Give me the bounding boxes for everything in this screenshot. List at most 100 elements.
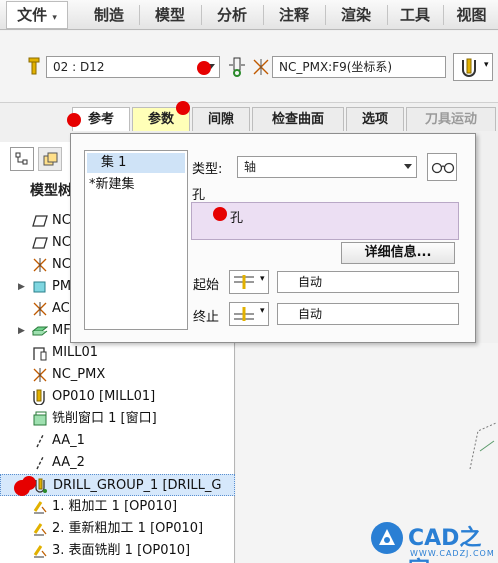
end-label: 终止 (193, 310, 220, 325)
hole-collector[interactable]: 孔 (191, 202, 459, 240)
model-edge-fragment (469, 422, 497, 470)
reference-panel: 集 1 *新建集 类型: 轴 孔 孔 详细信息... 起始 ▾ 自动 终止 ▾ … (70, 133, 476, 343)
preview-button[interactable] (427, 153, 457, 181)
part-icon (33, 281, 46, 293)
tree-item-label: NC (52, 213, 71, 228)
tree-item[interactable]: 铣削窗口 1 [窗口] (0, 408, 235, 430)
set-list[interactable]: 集 1 *新建集 (84, 150, 188, 330)
start-depth-type-button[interactable]: ▾ (229, 270, 269, 294)
chevron-down-icon (404, 164, 412, 169)
menu-view[interactable]: 视图 (445, 0, 498, 30)
set-item-selected[interactable]: 集 1 (87, 153, 185, 173)
annotation-marker (22, 476, 36, 490)
tree-item-label: NC (52, 235, 71, 250)
menu-bar: 文件 ▾ 制造 模型 分析 注释 渲染 工具 视图 (0, 0, 498, 30)
layer-tree-tab[interactable] (38, 147, 62, 171)
menu-separator (443, 5, 444, 25)
sequence-icon (33, 501, 47, 514)
hole-collector-item: 孔 (230, 211, 244, 226)
menu-manufacture[interactable]: 制造 (80, 0, 138, 30)
dashboard-toolbar: 02 : D12 NC_PMX:F9(坐标系) ▾ (0, 31, 498, 103)
set-item-label: 集 1 (101, 155, 127, 170)
start-label: 起始 (193, 278, 220, 293)
tree-item-label: MF (52, 323, 71, 338)
end-reference-field[interactable]: 自动 (277, 303, 459, 325)
type-select-value: 轴 (244, 160, 257, 174)
plane-icon (32, 215, 48, 227)
watermark-url: WWW.CADZJ.COM (410, 549, 495, 558)
tab-clearance-label: 间隙 (207, 112, 234, 127)
tree-item-label: 1. 粗加工 1 [OP010] (52, 499, 178, 514)
tree-item-label: DRILL_GROUP_1 [DRILL_G (53, 478, 222, 493)
tree-item[interactable]: 2. 重新粗加工 1 [OP010] (0, 518, 235, 540)
machine-icon (33, 347, 47, 361)
menu-separator (201, 5, 202, 25)
menu-separator (139, 5, 140, 25)
depth-icon (234, 307, 254, 321)
expand-arrow-icon[interactable]: ▶ (18, 276, 25, 298)
tab-options[interactable]: 选项 (346, 107, 404, 131)
csys-icon (33, 258, 47, 272)
tree-item-label: OP010 [MILL01] (52, 389, 156, 404)
annotation-marker (197, 61, 211, 75)
axis-icon (36, 434, 44, 448)
expand-arrow-icon[interactable]: ▶ (18, 320, 25, 342)
model-tree-tab[interactable] (10, 147, 34, 171)
tree-item[interactable]: NC_PMX (0, 364, 235, 386)
hole-label: 孔 (192, 188, 206, 203)
tree-item[interactable]: MILL01 (0, 342, 235, 364)
coordinate-system-field[interactable]: NC_PMX:F9(坐标系) (272, 56, 446, 78)
menu-annotate[interactable]: 注释 (265, 0, 323, 30)
tool-select[interactable]: 02 : D12 (46, 56, 220, 78)
tree-item[interactable]: AA_2 (0, 452, 235, 474)
glasses-icon (431, 162, 455, 174)
menu-render[interactable]: 渲染 (327, 0, 385, 30)
start-reference-field[interactable]: 自动 (277, 271, 459, 293)
annotation-marker (213, 207, 227, 221)
options-button[interactable]: ▾ (453, 53, 493, 81)
layers-icon (43, 152, 58, 166)
cad-logo-icon (371, 522, 403, 554)
tree-item[interactable]: OP010 [MILL01] (0, 386, 235, 408)
axis-icon (36, 456, 44, 470)
tree-item-label: 2. 重新粗加工 1 [OP010] (52, 521, 204, 536)
menu-tools[interactable]: 工具 (389, 0, 441, 30)
coordinate-system-value: NC_PMX:F9(坐标系) (279, 60, 393, 74)
annotation-marker (176, 101, 190, 115)
tree-item[interactable]: 1. 粗加工 1 [OP010] (0, 496, 235, 518)
end-depth-type-button[interactable]: ▾ (229, 302, 269, 326)
chevron-down-icon: ▾ (52, 13, 57, 23)
tree-item-label: AC (52, 301, 70, 316)
tool-manager-icon[interactable] (226, 56, 248, 78)
chevron-down-icon: ▾ (484, 60, 489, 70)
tree-item-label: PM (52, 279, 72, 294)
chevron-down-icon: ▾ (260, 274, 265, 284)
tree-item[interactable]: AA_1 (0, 430, 235, 452)
tool-icon (28, 57, 40, 75)
menu-analysis[interactable]: 分析 (203, 0, 261, 30)
tree-item-label: NC (52, 257, 71, 272)
set-item-new[interactable]: *新建集 (87, 175, 185, 195)
window-icon (33, 411, 47, 426)
menu-separator (325, 5, 326, 25)
pause-tool-icon (462, 58, 476, 77)
tree-structure-icon (15, 152, 28, 165)
sequence-icon (33, 523, 47, 536)
watermark: CAD之家 WWW.CADZJ.COM (370, 518, 498, 563)
end-reference-value: 自动 (298, 307, 323, 321)
menu-file-label: 文件 (17, 6, 48, 24)
tab-check-surfaces[interactable]: 检查曲面 (252, 107, 344, 131)
tree-item-label: AA_1 (52, 433, 85, 448)
menu-file[interactable]: 文件 ▾ (6, 1, 68, 29)
tab-clearance[interactable]: 间隙 (192, 107, 250, 131)
tool-select-value: 02 : D12 (53, 60, 105, 74)
operation-icon (33, 389, 45, 405)
start-reference-value: 自动 (298, 275, 323, 289)
type-select[interactable]: 轴 (237, 156, 417, 178)
details-button[interactable]: 详细信息... (341, 242, 455, 264)
csys-icon (33, 302, 47, 316)
model-tree-header: 模型树 (30, 183, 72, 199)
menu-model[interactable]: 模型 (141, 0, 199, 30)
menu-separator (387, 5, 388, 25)
tree-item[interactable]: 3. 表面铣削 1 [OP010] (0, 540, 235, 562)
